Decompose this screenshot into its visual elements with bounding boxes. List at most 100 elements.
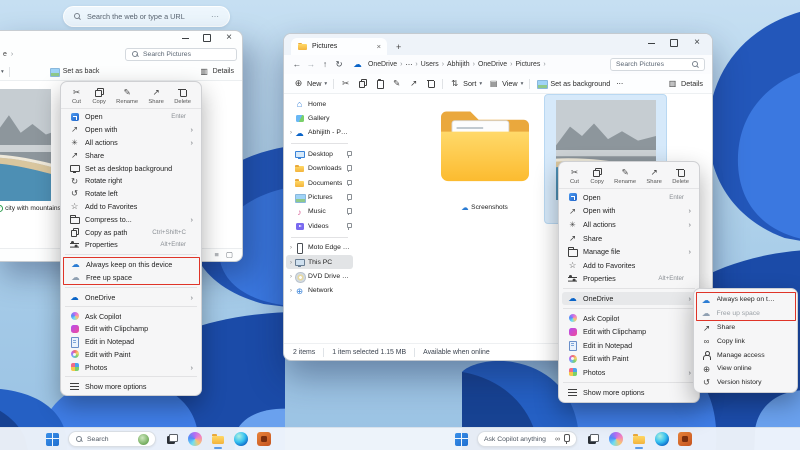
more-options-icon[interactable]: ⋯ [616,79,623,88]
menu-item-properties[interactable]: Properties Alt+Enter [562,272,696,286]
menu-item-all-actions[interactable]: All actions [64,136,198,149]
minimize-button[interactable] [646,38,656,48]
menu-item-add-to-favorites[interactable]: Add to Favorites [64,200,198,213]
sidebar-item-dvd-drive-d-ccc[interactable]: DVD Drive (D:) CCC [286,269,353,283]
back-icon[interactable]: ← [291,60,303,69]
breadcrumb-item[interactable]: OneDrive › [368,61,403,68]
menu-item-always-keep-on-this-device[interactable]: Always keep on this device [63,257,200,271]
sidebar-item-home[interactable]: Home [286,97,353,111]
delete-icon[interactable] [425,79,436,89]
menu-item-show-more-options[interactable]: Show more options [562,385,696,399]
search-input[interactable]: Search Pictures [610,58,705,71]
menu-item-share[interactable]: Share [562,231,696,245]
cut-icon[interactable] [340,79,351,89]
new-button[interactable]: New ▾ [293,79,327,89]
breadcrumb-item[interactable]: OneDrive › [478,61,513,68]
menu-item-set-as-desktop-background[interactable]: Set as desktop background [64,162,198,175]
more-options-icon[interactable]: ⋯ [211,12,220,21]
submenu-item-version-history[interactable]: Version history [697,376,794,390]
task-view-icon[interactable] [586,432,600,446]
menu-item-edit-in-notepad[interactable]: Edit in Notepad [64,335,198,348]
desktop-search-bar[interactable]: Search the web or type a URL ⋯ [63,6,230,27]
menu-item-copy-as-path[interactable]: Copy as path Ctrl+Shift+C [64,226,198,239]
file-label[interactable]: city with mountains [0,205,61,212]
breadcrumb-item[interactable]: ⋯ › [405,61,418,69]
submenu-item-share[interactable]: Share [697,321,794,335]
list-view-icon[interactable]: ≡ [215,251,219,259]
tab-pictures[interactable]: Pictures × [291,38,387,55]
details-button[interactable]: Details [667,79,703,89]
sidebar-item-this-pc[interactable]: This PC [286,255,353,269]
sidebar-item-network[interactable]: Network [286,284,353,298]
copy-icon[interactable] [357,79,368,89]
menu-item-share[interactable]: Share [64,149,198,162]
menu-item-open[interactable]: Open Enter [64,111,198,124]
menu-item-onedrive[interactable]: OneDrive [64,291,198,304]
quick-action-share[interactable]: Share [646,167,661,185]
tab-close-icon[interactable]: × [377,43,381,51]
task-view-icon[interactable] [165,432,179,446]
sidebar-item-pictures[interactable]: Pictures [286,190,353,204]
sidebar-item-gallery[interactable]: Gallery [286,111,353,125]
menu-item-photos[interactable]: Photos [562,366,696,380]
menu-item-rotate-right[interactable]: Rotate right [64,174,198,187]
start-button[interactable] [46,433,59,446]
copilot-icon[interactable] [609,432,623,446]
sidebar-item-music[interactable]: Music [286,205,353,219]
menu-item-open-with[interactable]: Open with [64,123,198,136]
quick-action-share[interactable]: Share [148,87,163,105]
sidebar-item-documents[interactable]: Documents [286,176,353,190]
taskbar-search-box[interactable]: Search [68,431,156,447]
search-input[interactable]: Search Pictures [125,48,237,61]
menu-item-open-with[interactable]: Open with [562,204,696,218]
rename-icon[interactable] [391,79,402,89]
details-button[interactable]: Details [199,67,234,77]
breadcrumb[interactable]: OneDrive › ⋯ › Users › Abhijith › On [347,58,608,72]
sidebar-item-abhijith-personal[interactable]: Abhijith - Personal [286,126,353,140]
menu-item-edit-in-notepad[interactable]: Edit in Notepad [562,338,696,352]
refresh-icon[interactable]: ↻ [333,60,345,69]
maximize-button[interactable] [202,33,212,43]
submenu-item-copy-link[interactable]: Copy link [697,335,794,349]
menu-item-free-up-space[interactable]: Free up space [63,271,200,285]
menu-item-edit-with-paint[interactable]: Edit with Paint [64,348,198,361]
menu-item-edit-with-clipchamp[interactable]: Edit with Clipchamp [64,322,198,335]
folder-tile-screenshots[interactable]: ☁ Screenshots [437,97,532,212]
menu-item-compress-to[interactable]: Compress to... [64,213,198,226]
quick-action-rename[interactable]: Rename [614,167,636,185]
menu-item-onedrive[interactable]: OneDrive [562,292,696,306]
set-as-background-button[interactable]: Set as back [49,67,100,77]
sidebar-item-downloads[interactable]: Downloads [286,162,353,176]
submenu-item-view-online[interactable]: View online [697,362,794,376]
share-icon[interactable] [408,79,419,89]
view-button[interactable]: View ▾ [488,79,523,89]
start-button[interactable] [455,433,468,446]
app-icon[interactable] [678,432,692,446]
menu-item-properties[interactable]: Properties Alt+Enter [64,238,198,251]
sidebar-item-moto-edge-50-neo[interactable]: Moto Edge 50 Neo [286,241,353,255]
menu-item-rotate-left[interactable]: Rotate left [64,187,198,200]
minimize-button[interactable] [180,33,190,43]
new-tab-button[interactable]: + [396,42,401,52]
menu-item-photos[interactable]: Photos [64,361,198,374]
set-as-background-button[interactable]: Set as background [536,79,610,89]
quick-action-delete[interactable]: Delete [672,167,689,185]
menu-item-edit-with-paint[interactable]: Edit with Paint [562,352,696,366]
menu-item-ask-copilot[interactable]: Ask Copilot [562,311,696,325]
sort-button[interactable]: Sort ▾ [449,79,482,89]
close-button[interactable] [692,38,702,48]
submenu-item-manage-access[interactable]: Manage access [697,348,794,362]
forward-icon[interactable]: → [305,60,317,69]
up-icon[interactable]: ↑ [319,60,331,69]
breadcrumb-fragment[interactable]: e › [3,51,14,58]
breadcrumb-item[interactable]: Abhijith › [447,61,476,68]
file-explorer-icon[interactable] [211,432,225,446]
edge-browser-icon[interactable] [234,432,248,446]
menu-item-edit-with-clipchamp[interactable]: Edit with Clipchamp [562,325,696,339]
thumbnail-view-icon[interactable]: ▢ [226,251,233,259]
chevron-down-icon[interactable]: ▾ [1,69,4,75]
microphone-icon[interactable] [564,434,570,442]
menu-item-show-more-options[interactable]: Show more options [64,380,198,393]
submenu-item-free-up-space[interactable]: Free up space [696,307,796,322]
paste-icon[interactable] [374,79,385,89]
